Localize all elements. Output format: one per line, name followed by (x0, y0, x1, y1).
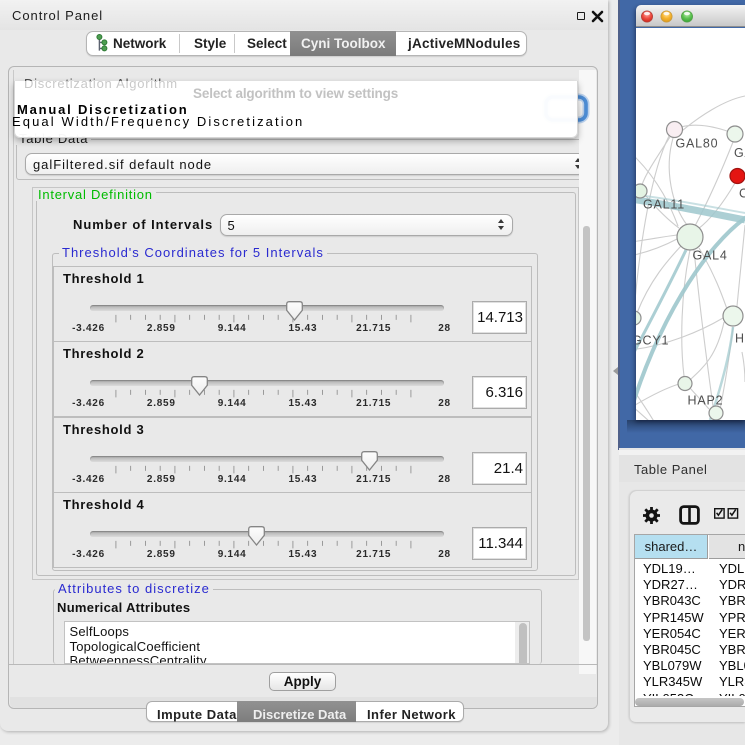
svg-text:GAL11: GAL11 (643, 198, 685, 212)
svg-text:HAP2: HAP2 (688, 394, 724, 408)
svg-text:GAL4: GAL4 (693, 249, 728, 263)
svg-text:H: H (735, 332, 745, 346)
svg-text:GAL80: GAL80 (676, 137, 719, 151)
svg-text:GCY1: GCY1 (636, 334, 669, 348)
svg-text:C: C (739, 187, 745, 201)
svg-text:GA: GA (734, 146, 745, 160)
